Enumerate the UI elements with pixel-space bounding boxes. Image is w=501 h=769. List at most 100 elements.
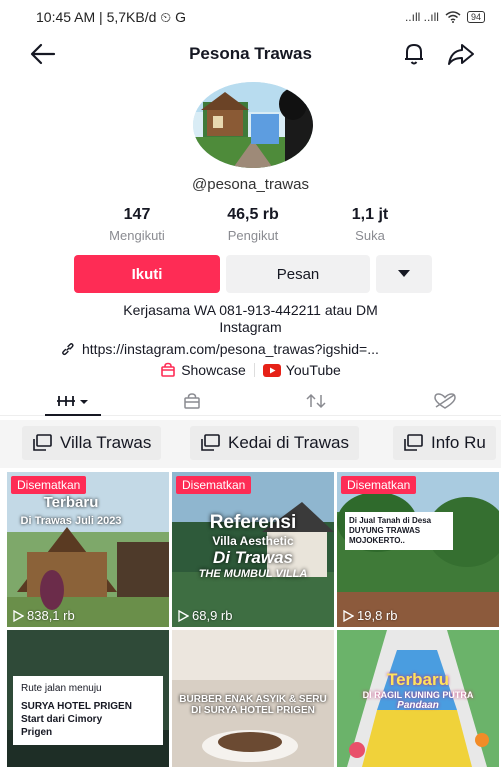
view-count: 68,9 rb [178, 608, 232, 623]
status-time: 10:45 AM | 5,7KB/d ⏲ G [36, 8, 186, 25]
tab-shop[interactable] [172, 386, 212, 416]
message-button[interactable]: Pesan [226, 255, 370, 293]
view-count-text: 68,9 rb [192, 608, 233, 623]
play-icon [343, 609, 354, 622]
shop-row: Showcase YouTube [0, 362, 501, 378]
playlist-label: Kedai di Trawas [228, 433, 349, 452]
caption-text: THE MUMBUL VILLA [198, 568, 308, 580]
stat-label: Mengikuti [109, 228, 165, 243]
caption-text: Rute jalan menuju [21, 683, 102, 694]
link-text: https://instagram.com/pesona_trawas?igsh… [82, 341, 379, 357]
video-caption: BURBER ENAK ASYIK & SERU DI SURYA HOTEL … [176, 694, 330, 716]
active-tab-indicator [45, 414, 101, 416]
grid-icon [57, 396, 88, 406]
stat-followers[interactable]: 46,5 rb Pengikut [193, 206, 313, 243]
video-caption: Terbaru Di Trawas Juli 2023 [11, 494, 131, 528]
caption-text: DI SURYA HOTEL PRIGEN [191, 705, 315, 716]
notification-button[interactable] [400, 40, 428, 68]
youtube-icon [262, 363, 281, 377]
caption-text: Terbaru [43, 494, 99, 511]
caption-text: Di Jual Tanah di Desa [349, 516, 432, 525]
tab-liked[interactable] [425, 386, 465, 416]
caption-text: Villa Aesthetic [212, 534, 294, 548]
youtube-link[interactable]: YouTube [262, 362, 341, 378]
follow-button[interactable]: Ikuti [74, 255, 220, 293]
playlist-chip[interactable]: Kedai di Trawas [190, 426, 359, 460]
username: @pesona_trawas [192, 176, 309, 193]
youtube-label: YouTube [285, 362, 341, 378]
video-caption: Di Jual Tanah di Desa DUYUNG TRAWAS MOJO… [345, 512, 453, 550]
video-caption: Referensi Villa Aesthetic Di Trawas THE … [176, 512, 330, 580]
caption-text: Pandaan [397, 700, 439, 711]
status-icons: ..ıll ..ıll 94 [405, 10, 485, 24]
caption-text: Di Trawas [212, 548, 293, 567]
avatar-image [193, 82, 313, 168]
caption-text: Referensi [209, 512, 297, 533]
caption-text: DUYUNG TRAWAS [349, 526, 421, 535]
stat-value: 46,5 rb [227, 206, 279, 223]
playlist-icon [404, 434, 423, 451]
video-thumbnail[interactable]: Terbaru Di Trawas Juli 2023 Disematkan 8… [7, 472, 169, 627]
tab-videos[interactable] [45, 386, 101, 416]
play-icon [13, 609, 24, 622]
view-count: 838,1 rb [13, 608, 75, 623]
suggested-accounts-button[interactable] [376, 255, 432, 293]
caption-text: MOJOKERTO.. [349, 536, 405, 545]
video-caption: Terbaru DI RAGIL KUNING PUTRA Pandaan [341, 670, 495, 711]
stat-label: Suka [355, 228, 385, 243]
playlist-icon [33, 434, 52, 451]
caption-text: Terbaru [386, 670, 450, 689]
playlist-label: Villa Trawas [60, 433, 152, 452]
view-count: 19,8 rb [343, 608, 397, 623]
video-thumbnail[interactable]: Referensi Villa Aesthetic Di Trawas THE … [172, 472, 334, 627]
playlist-icon [201, 434, 220, 451]
showcase-label: Showcase [181, 362, 246, 378]
pinned-badge: Disematkan [11, 476, 87, 494]
playlist-label: Info Ru [431, 433, 486, 452]
caption-text: DI RAGIL KUNING PUTRA [362, 690, 474, 700]
shopping-bag-icon [184, 393, 200, 409]
tab-reposts[interactable] [296, 386, 336, 416]
playlist-row: Villa Trawas Kedai di Trawas Info Ru [0, 420, 501, 468]
status-bar: 10:45 AM | 5,7KB/d ⏲ G ..ıll ..ıll 94 [0, 0, 501, 34]
avatar[interactable] [193, 82, 313, 168]
content-tabs [0, 386, 501, 416]
stat-following[interactable]: 147 Mengikuti [77, 206, 197, 243]
back-button[interactable] [28, 40, 58, 68]
view-count-text: 19,8 rb [357, 608, 398, 623]
caret-down-icon [398, 270, 410, 277]
video-caption: Rute jalan menuju SURYA HOTEL PRIGEN Sta… [13, 676, 163, 745]
pinned-badge: Disematkan [176, 476, 252, 494]
bell-icon [405, 44, 423, 65]
video-thumbnail[interactable]: Rute jalan menuju SURYA HOTEL PRIGEN Sta… [7, 630, 169, 767]
caption-text: SURYA HOTEL PRIGEN [21, 701, 132, 712]
stat-value: 1,1 jt [351, 206, 389, 223]
bio-line: Instagram [219, 319, 282, 335]
hidden-heart-icon [434, 393, 456, 409]
pinned-badge: Disematkan [341, 476, 417, 494]
link-icon [62, 343, 74, 356]
video-thumbnail[interactable]: BURBER ENAK ASYIK & SERU DI SURYA HOTEL … [172, 630, 334, 767]
caption-text: Di Trawas Juli 2023 [20, 515, 122, 527]
stat-value: 147 [123, 206, 151, 223]
showcase-link[interactable]: Showcase [160, 362, 246, 378]
playlist-chip[interactable]: Info Ru [393, 426, 496, 460]
bio: Kerjasama WA 081-913-442211 atau DM Inst… [60, 302, 441, 336]
profile-header: Pesona Trawas [0, 34, 501, 74]
video-thumbnail[interactable]: Di Jual Tanah di Desa DUYUNG TRAWAS MOJO… [337, 472, 499, 627]
repost-icon [306, 393, 326, 409]
profile-link[interactable]: https://instagram.com/pesona_trawas?igsh… [60, 341, 460, 357]
video-thumbnail[interactable]: Terbaru DI RAGIL KUNING PUTRA Pandaan [337, 630, 499, 767]
view-count-text: 838,1 rb [27, 608, 75, 623]
caption-text: Prigen [21, 727, 53, 738]
battery-icon: 94 [466, 11, 485, 23]
playlist-chip[interactable]: Villa Trawas [22, 426, 162, 460]
play-icon [178, 609, 189, 622]
share-button[interactable] [445, 40, 477, 68]
share-icon [448, 44, 474, 65]
stat-likes[interactable]: 1,1 jt Suka [310, 206, 430, 243]
wifi-icon [445, 11, 461, 23]
bio-line: Kerjasama WA 081-913-442211 atau DM [123, 302, 378, 318]
shopping-bag-icon [161, 362, 175, 377]
stat-label: Pengikut [227, 228, 279, 243]
